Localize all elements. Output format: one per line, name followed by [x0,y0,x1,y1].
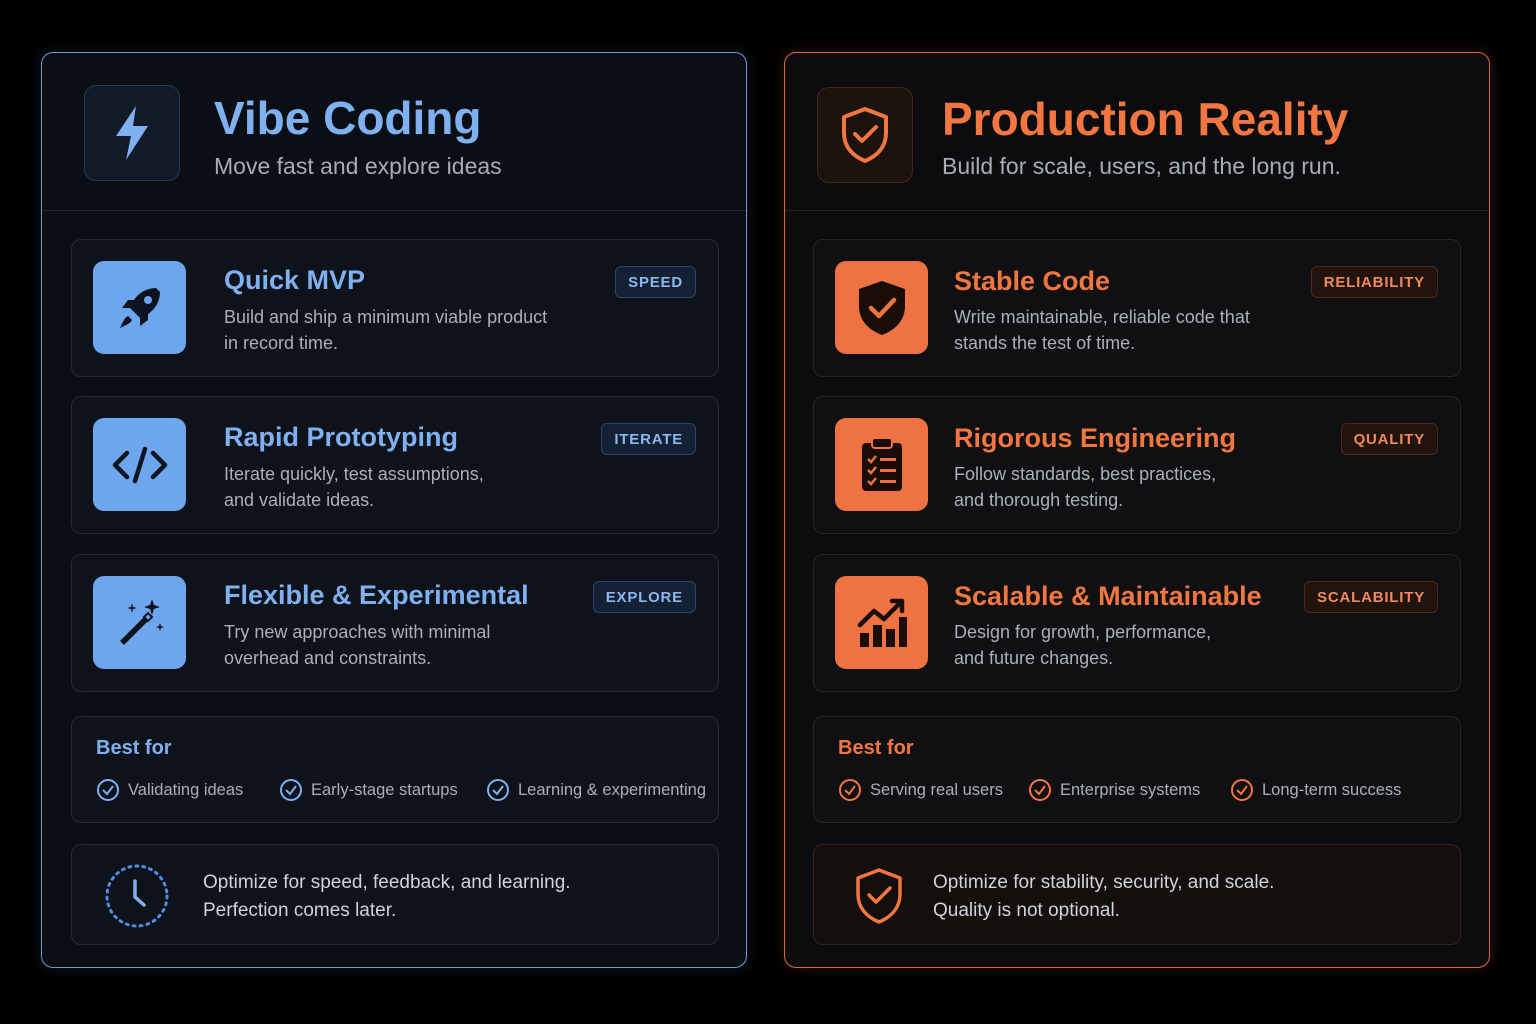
badge-explore: EXPLORE [592,581,696,613]
shield-check-icon [835,261,928,354]
card-title: Quick MVP [224,265,366,295]
card-rapid-prototyping[interactable]: Rapid Prototyping Iterate quickly, test … [71,396,719,534]
badge-quality: QUALITY [1340,423,1438,455]
badge-speed: SPEED [615,266,696,298]
growth-chart-icon [835,576,928,669]
best-for-item: Learning & experimenting [486,778,706,802]
best-for-item: Validating ideas [96,778,243,802]
check-circle-icon [487,779,509,801]
footer-text: Optimize for stability, security, and sc… [933,872,1275,921]
shield-check-icon [844,861,914,931]
card-description: Write maintainable, reliable code that st… [954,307,1250,353]
best-for-box: Best for Validating ideas Early-stage st… [71,716,719,823]
best-for-box: Best for Serving real users Enterprise s… [813,716,1461,823]
best-for-item: Serving real users [838,778,1003,802]
card-description: Build and ship a minimum viable product i… [224,307,548,353]
card-title: Scalable & Maintainable [954,581,1262,611]
panel-header: Vibe Coding Move fast and explore ideas [42,53,746,211]
best-for-item: Long-term success [1230,778,1401,802]
best-for-item: Early-stage startups [279,778,458,802]
best-for-item: Enterprise systems [1028,778,1200,802]
card-title: Flexible & Experimental [224,580,529,610]
check-circle-icon [280,779,302,801]
best-for-title: Best for [838,737,914,759]
check-circle-icon [839,779,861,801]
footer-box: Optimize for speed, feedback, and learni… [71,844,719,945]
panel-subtitle: Move fast and explore ideas [214,153,502,179]
badge-scalability: SCALABILITY [1304,581,1438,613]
code-icon [93,418,186,511]
card-description: Iterate quickly, test assumptions, and va… [224,464,484,510]
badge-reliability: RELIABILITY [1310,266,1438,298]
panel-title: Vibe Coding [214,92,482,144]
footer-text: Optimize for speed, feedback, and learni… [203,872,571,921]
panel-header: Production Reality Build for scale, user… [785,53,1489,211]
footer-box: Optimize for stability, security, and sc… [813,844,1461,945]
check-circle-icon [1231,779,1253,801]
clock-icon [102,861,172,931]
card-description: Design for growth, performance, and futur… [954,622,1212,668]
card-rigorous-engineering[interactable]: Rigorous Engineering Follow standards, b… [813,396,1461,534]
card-quick-mvp[interactable]: Quick MVP Build and ship a minimum viabl… [71,239,719,377]
magic-wand-icon [93,576,186,669]
best-for-title: Best for [96,737,172,759]
card-description: Try new approaches with minimal overhead … [224,622,491,668]
card-title: Rigorous Engineering [954,423,1237,453]
card-scalable-maintainable[interactable]: Scalable & Maintainable Design for growt… [813,554,1461,692]
lightning-icon [84,85,180,181]
shield-check-icon [817,87,913,183]
card-description: Follow standards, best practices, and tho… [954,464,1217,510]
check-circle-icon [1029,779,1051,801]
card-title: Stable Code [954,266,1111,296]
vibe-coding-panel: Vibe Coding Move fast and explore ideas … [41,52,747,968]
panel-title: Production Reality [942,93,1349,145]
card-flexible-experimental[interactable]: Flexible & Experimental Try new approach… [71,554,719,692]
card-stable-code[interactable]: Stable Code Write maintainable, reliable… [813,239,1461,377]
production-reality-panel: Production Reality Build for scale, user… [784,52,1490,968]
check-circle-icon [97,779,119,801]
card-title: Rapid Prototyping [224,422,458,452]
clipboard-checklist-icon [835,418,928,511]
panel-subtitle: Build for scale, users, and the long run… [942,153,1341,179]
badge-iterate: ITERATE [601,423,696,455]
rocket-icon [93,261,186,354]
